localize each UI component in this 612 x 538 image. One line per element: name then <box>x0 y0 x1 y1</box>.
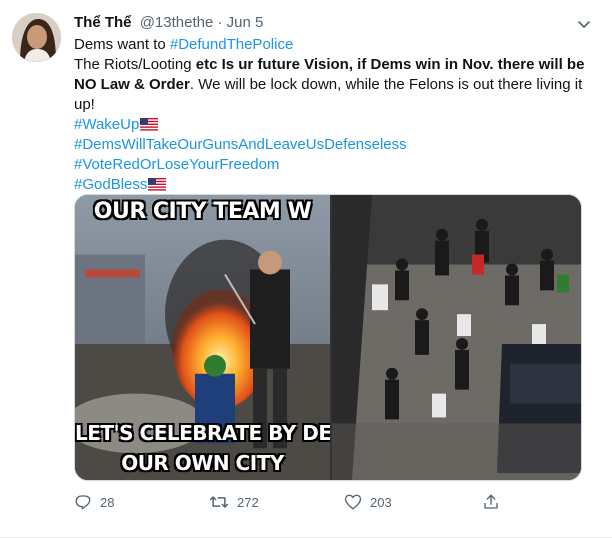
text-line-1: Dems want to <box>74 36 170 53</box>
riot-photo[interactable] <box>332 195 582 480</box>
hashtag-dems-will-take-our-guns[interactable]: #DemsWillTakeOurGunsAndLeaveUsDefenseles… <box>74 136 407 153</box>
chevron-down-icon[interactable] <box>576 16 592 32</box>
tweet-actions: 28 272 203 <box>74 490 594 514</box>
hashtag-wake-up[interactable]: #WakeUp <box>74 116 139 133</box>
tweet-date[interactable]: Jun 5 <box>227 14 264 31</box>
tweet-text: Dems want to #DefundThePolice The Riots/… <box>74 35 589 195</box>
hashtag-defund-the-police[interactable]: #DefundThePolice <box>170 36 293 53</box>
retweet-icon <box>209 496 229 508</box>
tweet-header: Thể Thể @13thethe · Jun 5 <box>74 13 592 33</box>
like-count: 203 <box>370 494 392 510</box>
share-button[interactable] <box>482 490 508 514</box>
meme-top-text: OUR CITY TEAM W <box>93 199 312 224</box>
reply-count: 28 <box>100 494 115 510</box>
like-button[interactable]: 203 <box>344 490 392 514</box>
separator: · <box>213 14 227 31</box>
author-handle[interactable]: @13thethe <box>140 14 214 31</box>
avatar[interactable] <box>12 13 61 62</box>
meme-bottom-text-2: OUR OWN CITY <box>121 451 284 475</box>
retweet-button[interactable]: 272 <box>209 490 259 514</box>
author-name[interactable]: Thể Thể <box>74 14 132 31</box>
like-icon <box>344 494 362 510</box>
reply-icon <box>75 495 91 510</box>
tweet-media[interactable]: OUR CITY TEAM W LET'S CELEBRATE BY DES O… <box>74 194 582 481</box>
us-flag-icon <box>140 118 159 131</box>
text-line-2a: The Riots/Looting <box>74 56 196 73</box>
share-icon <box>484 494 498 509</box>
hashtag-god-bless[interactable]: #GodBless <box>74 176 147 193</box>
meme-bottom-text-1: LET'S CELEBRATE BY DES <box>75 421 330 445</box>
us-flag-icon <box>148 178 167 191</box>
reply-button[interactable]: 28 <box>74 490 114 514</box>
retweet-count: 272 <box>237 494 259 510</box>
hashtag-vote-red[interactable]: #VoteRedOrLoseYourFreedom <box>74 156 279 173</box>
